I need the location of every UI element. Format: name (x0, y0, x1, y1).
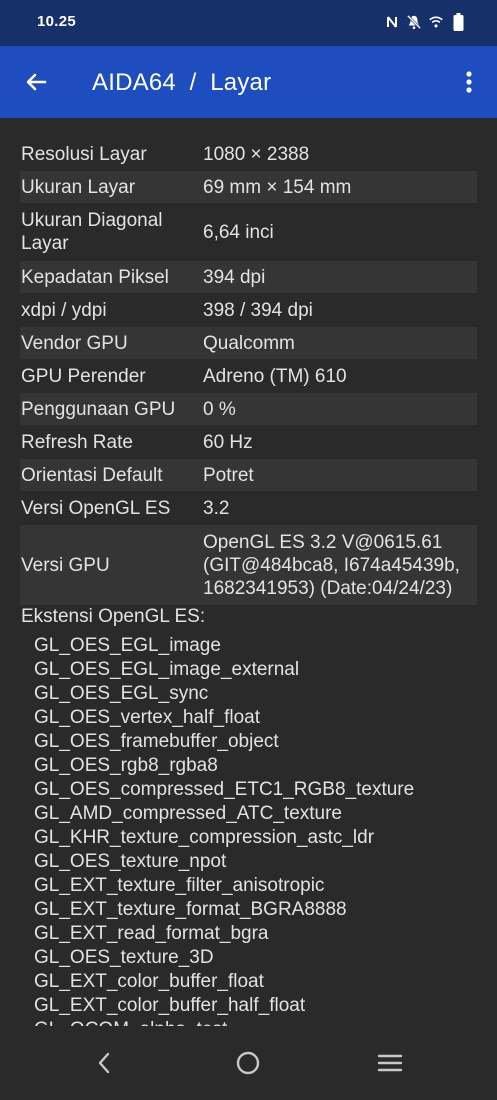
info-value: 6,64 inci (203, 221, 274, 243)
info-row: Refresh Rate 60 Hz (20, 426, 477, 458)
back-arrow-icon (26, 73, 47, 91)
nav-home-icon (236, 1051, 260, 1075)
nav-back-icon (98, 1052, 110, 1074)
info-label: Resolusi Layar (21, 143, 147, 165)
mute-icon (407, 12, 421, 32)
info-label: Versi GPU (21, 554, 110, 576)
info-row: Ukuran Diagonal Layar 6,64 inci (20, 204, 477, 260)
page-title: AIDA64 / Layar (92, 69, 272, 96)
info-row: Kepadatan Piksel 394 dpi (20, 261, 477, 293)
info-value: 3.2 (203, 497, 230, 519)
info-row: GPU Perender Adreno (TM) 610 (20, 360, 477, 392)
info-value: Adreno (TM) 610 (203, 365, 347, 387)
back-button[interactable] (18, 64, 54, 100)
info-value: 1080 × 2388 (203, 143, 310, 165)
info-value: 398 / 394 dpi (203, 299, 313, 321)
info-value: 0 % (203, 398, 236, 420)
wifi-icon (429, 12, 443, 32)
status-time: 10.25 (37, 13, 77, 30)
info-value: 60 Hz (203, 431, 253, 453)
extension-item: GL_OES_framebuffer_object (34, 731, 279, 752)
info-label: Ukuran Layar (21, 176, 136, 198)
nav-recents-icon (377, 1054, 403, 1072)
navigation-bar (0, 1026, 497, 1100)
info-value: Potret (203, 464, 254, 486)
info-row: Versi GPU OpenGL ES 3.2 V@0615.61 (GIT@4… (20, 525, 477, 605)
info-label: Penggunaan GPU (21, 398, 176, 420)
extension-item: GL_OES_texture_3D (34, 947, 214, 968)
extensions-title: Ekstensi OpenGL ES: (21, 606, 206, 627)
info-value: Qualcomm (203, 332, 295, 354)
app-bar: AIDA64 / Layar (0, 46, 497, 118)
extension-item: GL_OES_vertex_half_float (34, 707, 261, 728)
info-label: Orientasi Default (21, 464, 163, 486)
info-label: Kepadatan Piksel (21, 266, 169, 288)
info-row: Vendor GPU Qualcomm (20, 327, 477, 359)
info-value: OpenGL ES 3.2 V@0615.61 (GIT@484bca8, I6… (203, 531, 460, 599)
nav-recents-button[interactable] (368, 1048, 412, 1078)
extension-item: GL_EXT_color_buffer_half_float (34, 995, 306, 1016)
info-row: Versi OpenGL ES 3.2 (20, 492, 477, 524)
info-label: xdpi / ydpi (21, 299, 107, 321)
info-label: GPU Perender (21, 365, 146, 387)
status-icons (385, 12, 465, 32)
info-label: Refresh Rate (21, 431, 133, 453)
content-area[interactable]: Resolusi Layar 1080 × 2388 Ukuran Layar … (0, 118, 497, 1026)
more-options-button[interactable] (457, 64, 481, 100)
status-bar: 10.25 (0, 0, 497, 46)
info-label: Vendor GPU (21, 332, 128, 354)
info-value: 69 mm × 154 mm (203, 176, 352, 198)
nfc-icon (385, 12, 399, 32)
more-vert-icon (466, 71, 472, 93)
info-row: Resolusi Layar 1080 × 2388 (20, 138, 477, 170)
info-label: Ukuran Diagonal Layar (21, 210, 163, 254)
info-label: Versi OpenGL ES (21, 497, 171, 519)
extensions-list: GL_OES_EGL_image GL_OES_EGL_image_extern… (34, 634, 484, 1026)
extension-item: GL_OES_EGL_sync (34, 683, 209, 704)
nav-home-button[interactable] (226, 1048, 270, 1078)
extension-item: GL_EXT_color_buffer_float (34, 971, 264, 992)
extension-item: GL_AMD_compressed_ATC_texture (34, 803, 342, 824)
info-row: Orientasi Default Potret (20, 459, 477, 491)
extension-item: GL_OES_EGL_image_external (34, 659, 300, 680)
battery-icon (451, 12, 465, 32)
extension-item: GL_OES_rgb8_rgba8 (34, 755, 218, 776)
extension-item: GL_OES_compressed_ETC1_RGB8_texture (34, 779, 415, 800)
extension-item: GL_OES_texture_npot (34, 851, 227, 872)
info-table: Resolusi Layar 1080 × 2388 Ukuran Layar … (20, 138, 477, 606)
extension-item: GL_QCOM_alpha_test (34, 1018, 484, 1026)
info-row: Penggunaan GPU 0 % (20, 393, 477, 425)
info-row: xdpi / ydpi 398 / 394 dpi (20, 294, 477, 326)
extension-item: GL_OES_EGL_image (34, 635, 221, 656)
nav-back-button[interactable] (82, 1048, 126, 1078)
extension-item: GL_EXT_texture_format_BGRA8888 (34, 899, 347, 920)
extension-item: GL_EXT_read_format_bgra (34, 923, 269, 944)
extension-item: GL_EXT_texture_filter_anisotropic (34, 875, 325, 896)
info-value: 394 dpi (203, 266, 266, 288)
info-row: Ukuran Layar 69 mm × 154 mm (20, 171, 477, 203)
extension-item: GL_KHR_texture_compression_astc_ldr (34, 827, 375, 848)
